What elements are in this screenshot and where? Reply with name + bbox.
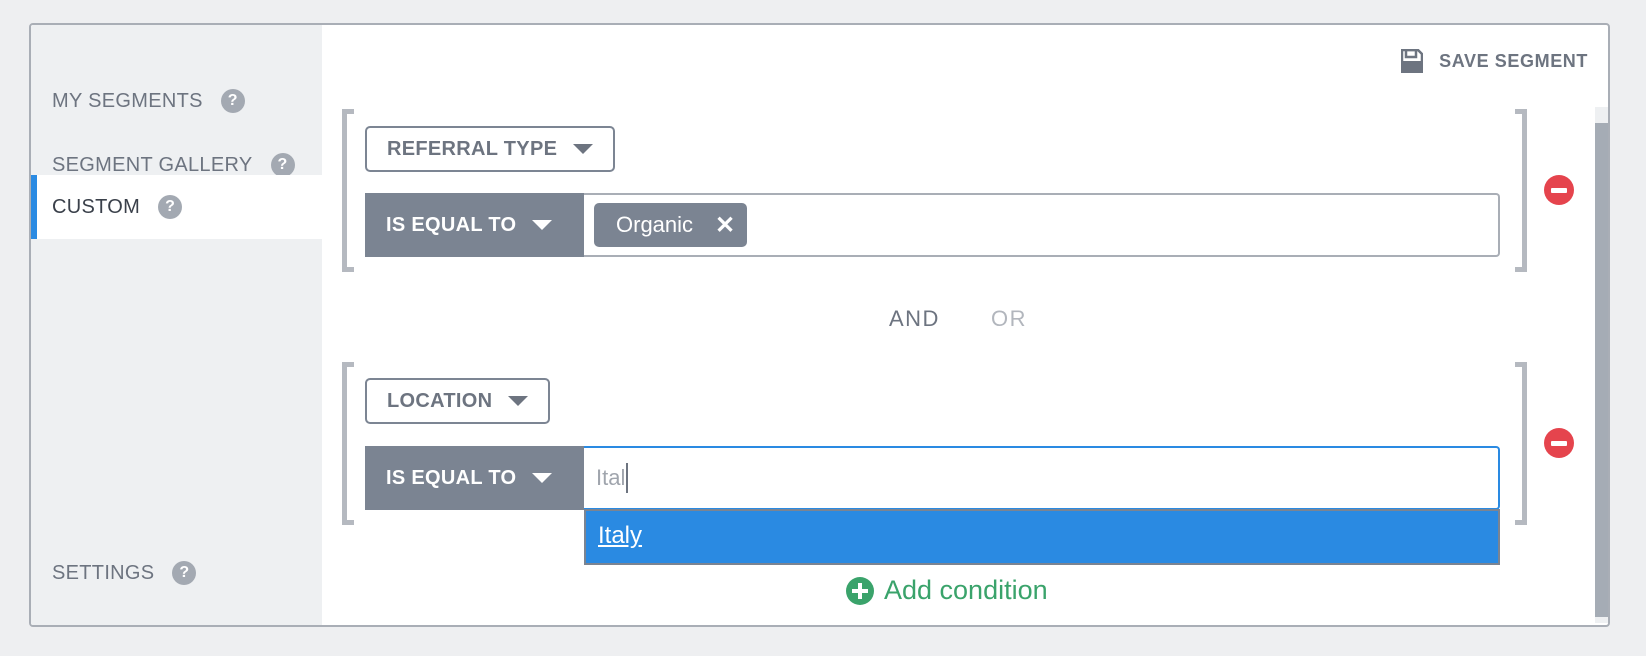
remove-chip-icon[interactable]: ✕	[715, 211, 735, 240]
sidebar-item-label: SETTINGS	[52, 561, 155, 584]
condition-bracket-left	[342, 362, 354, 525]
sidebar-item-label: SEGMENT GALLERY	[52, 153, 253, 176]
logic-or-toggle[interactable]: OR	[991, 306, 1027, 332]
value-chip: Organic ✕	[594, 203, 748, 247]
condition-bracket-right	[1515, 109, 1527, 272]
value-search-input[interactable]: Ital	[584, 446, 1500, 510]
operator-dropdown[interactable]: IS EQUAL TO	[365, 193, 584, 257]
condition-bracket-left	[342, 109, 354, 272]
dimension-label: LOCATION	[387, 389, 493, 412]
sidebar: MY SEGMENTS ? SEGMENT GALLERY ? CUSTOM ?…	[31, 25, 322, 625]
save-segment-label: SAVE SEGMENT	[1439, 50, 1588, 71]
condition-bracket-right	[1515, 362, 1527, 525]
dimension-label: REFERRAL TYPE	[387, 137, 558, 160]
sidebar-item-label: CUSTOM	[52, 195, 141, 218]
operator-dropdown[interactable]: IS EQUAL TO	[365, 446, 584, 510]
suggestion-list: Italy	[584, 509, 1500, 565]
sidebar-item-my-segments[interactable]: MY SEGMENTS ?	[31, 69, 322, 133]
logic-and-toggle[interactable]: AND	[889, 306, 940, 332]
sidebar-item-label: MY SEGMENTS	[52, 89, 203, 112]
suggestion-item[interactable]: Italy	[586, 511, 1498, 561]
chip-label: Organic	[616, 212, 694, 237]
caret-down-icon	[508, 396, 529, 406]
scrollbar-thumb[interactable]	[1595, 123, 1608, 617]
typed-text: Ital	[596, 448, 629, 508]
floppy-disk-icon	[1401, 49, 1424, 73]
save-segment-button[interactable]: SAVE SEGMENT	[1401, 49, 1588, 73]
add-condition-button[interactable]: Add condition	[846, 575, 1048, 606]
minus-icon	[1551, 187, 1567, 193]
question-circle-icon[interactable]: ?	[172, 561, 197, 585]
segment-editor-panel: MY SEGMENTS ? SEGMENT GALLERY ? CUSTOM ?…	[29, 23, 1610, 627]
value-input[interactable]: Organic ✕	[584, 193, 1500, 257]
caret-down-icon	[532, 220, 553, 230]
add-condition-label: Add condition	[884, 575, 1048, 605]
dimension-dropdown[interactable]: REFERRAL TYPE	[365, 126, 616, 172]
sidebar-item-custom[interactable]: CUSTOM ?	[31, 175, 322, 239]
caret-down-icon	[573, 144, 594, 154]
question-circle-icon[interactable]: ?	[270, 153, 295, 177]
sidebar-item-settings[interactable]: SETTINGS ?	[31, 541, 322, 605]
remove-condition-button[interactable]	[1544, 428, 1574, 458]
minus-icon	[1551, 440, 1567, 446]
remove-condition-button[interactable]	[1544, 175, 1574, 205]
question-circle-icon[interactable]: ?	[158, 195, 183, 219]
caret-down-icon	[532, 473, 553, 483]
plus-circle-icon	[846, 576, 874, 605]
text-cursor	[626, 463, 629, 493]
dimension-dropdown[interactable]: LOCATION	[365, 378, 551, 424]
operator-label: IS EQUAL TO	[386, 466, 517, 489]
operator-label: IS EQUAL TO	[386, 213, 517, 236]
question-circle-icon[interactable]: ?	[220, 89, 245, 113]
input-value: Ital	[596, 465, 626, 490]
